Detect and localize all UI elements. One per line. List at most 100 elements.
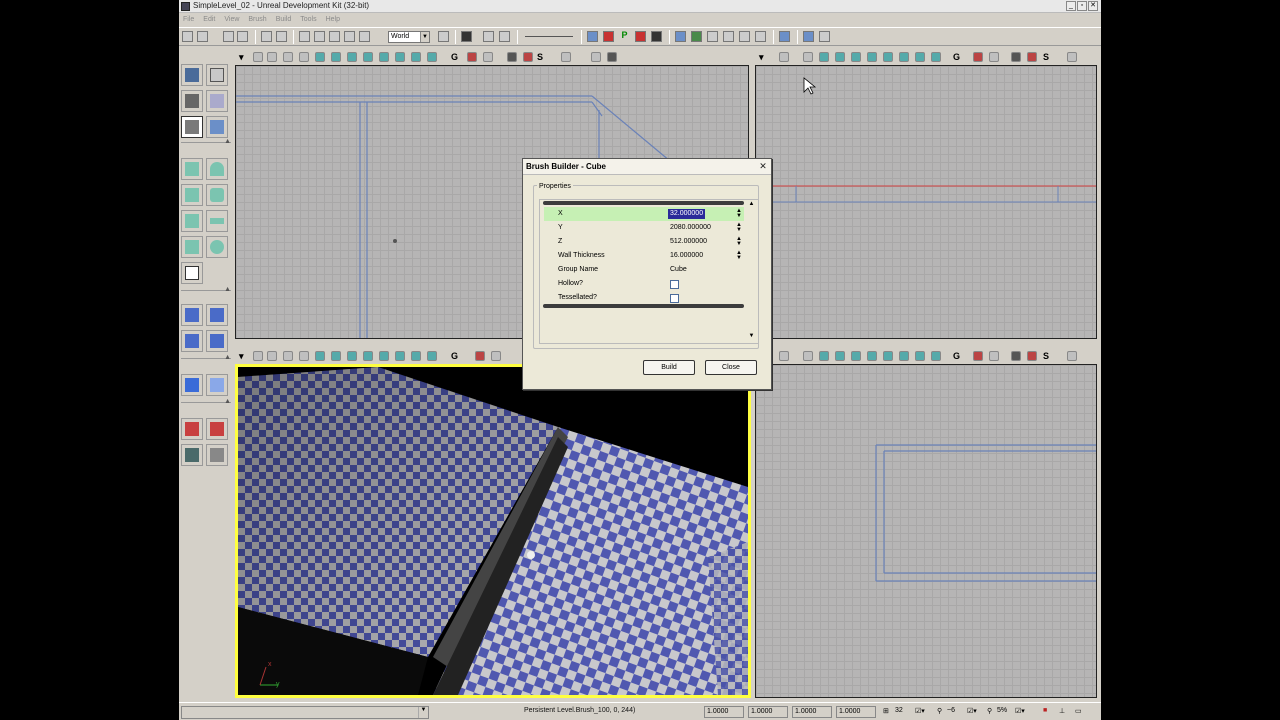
add-volume-button[interactable]	[181, 374, 203, 396]
unlit-icon[interactable]	[315, 52, 325, 62]
property-value-input[interactable]: 512.000000	[670, 235, 707, 249]
light-complexity-icon[interactable]	[379, 351, 389, 361]
shader-complexity-icon[interactable]	[915, 351, 925, 361]
property-value-input[interactable]: 16.000000	[670, 249, 703, 263]
eye-icon[interactable]	[491, 351, 501, 361]
lighting-only-icon[interactable]	[363, 52, 373, 62]
drag-scale-field[interactable]: 1.0000	[836, 706, 876, 718]
fullscreen-icon[interactable]: ▭	[1075, 707, 1082, 715]
detail-lighting-icon[interactable]	[347, 351, 357, 361]
cross-tools-icon[interactable]	[723, 31, 734, 42]
detail-lighting-icon[interactable]	[347, 52, 357, 62]
eye-icon[interactable]	[483, 52, 493, 62]
menu-tools[interactable]: Tools	[300, 14, 316, 26]
front-viewport[interactable]	[755, 364, 1097, 698]
cube-builder-button[interactable]	[181, 158, 203, 180]
menu-brush[interactable]: Brush	[248, 14, 266, 26]
build-button[interactable]: Build	[643, 360, 695, 375]
menu-edit[interactable]: Edit	[203, 14, 215, 26]
rotate-icon[interactable]	[329, 31, 340, 42]
save-icon[interactable]	[223, 31, 234, 42]
spinner-icon[interactable]: ▲ ▼	[736, 236, 742, 247]
scroll-up-icon[interactable]: ▲	[747, 201, 756, 210]
transform-mode-button[interactable]	[206, 90, 228, 112]
terrain-mode-button[interactable]	[181, 90, 203, 112]
property-value-input[interactable]: 32.000000	[668, 209, 706, 219]
csg-intersect-button[interactable]	[181, 330, 203, 352]
nonuniform-scale-icon[interactable]	[359, 31, 370, 42]
tessellated-checkbox[interactable]	[670, 294, 679, 303]
lightmap-density-icon[interactable]	[427, 351, 437, 361]
streaming-volume-icon[interactable]	[1027, 351, 1037, 361]
scene-icon[interactable]: S	[1043, 52, 1053, 62]
menu-file[interactable]: File	[183, 14, 194, 26]
lightmap-density-icon[interactable]	[931, 52, 941, 62]
undo-icon[interactable]	[261, 31, 272, 42]
spinner-icon[interactable]: ▲ ▼	[736, 222, 742, 233]
rotation-snap-value[interactable]: ~6	[947, 707, 955, 714]
scale-snap-value[interactable]: 5%	[997, 707, 1007, 714]
realtime-icon[interactable]	[267, 351, 277, 361]
spiral-stair-builder-button[interactable]	[181, 236, 203, 258]
close-icon[interactable]: ✕	[758, 162, 768, 172]
measure-icon[interactable]	[755, 31, 766, 42]
drag-z-field[interactable]: 1.0000	[792, 706, 832, 718]
property-row-tessellated[interactable]: Tessellated?	[544, 291, 744, 305]
viewport-type-icon[interactable]	[253, 351, 263, 361]
shader-complexity-icon[interactable]	[411, 52, 421, 62]
grid-size-value[interactable]: 32	[895, 707, 903, 714]
kismet-icon[interactable]	[483, 31, 494, 42]
property-row-wall-thickness[interactable]: Wall Thickness 16.000000 ▲ ▼	[544, 249, 744, 263]
property-row-x[interactable]: X 32.000000 ▲ ▼	[544, 207, 744, 221]
property-value-input[interactable]: 2080.000000	[670, 221, 711, 235]
scale-toggle-checkbox[interactable]: ☑▾	[1015, 707, 1025, 715]
new-icon[interactable]	[182, 31, 193, 42]
scene-icon[interactable]: S	[537, 52, 547, 62]
csg-deintersect-button[interactable]	[206, 330, 228, 352]
stairs-builder-button[interactable]	[181, 184, 203, 206]
lighting-only-icon[interactable]	[363, 351, 373, 361]
lit-icon[interactable]	[331, 351, 341, 361]
realtime-icon[interactable]	[267, 52, 277, 62]
grid-toggle-checkbox[interactable]: ☑▾	[915, 707, 925, 715]
brush-wireframe-icon[interactable]	[803, 52, 813, 62]
light-complexity-icon[interactable]	[379, 52, 389, 62]
translate-icon[interactable]	[314, 31, 325, 42]
lit-icon[interactable]	[835, 52, 845, 62]
game-view-icon[interactable]: G	[953, 351, 963, 361]
spinner-icon[interactable]: ▲ ▼	[736, 250, 742, 261]
property-value-input[interactable]: Cube	[670, 263, 687, 277]
show-selected-icon[interactable]	[181, 444, 203, 466]
build-geometry-icon[interactable]	[587, 31, 598, 42]
cone-builder-button[interactable]	[206, 158, 228, 180]
menu-view[interactable]: View	[224, 14, 239, 26]
deselect-icon[interactable]	[206, 418, 228, 440]
detail-lighting-icon[interactable]	[851, 351, 861, 361]
save-all-icon[interactable]	[237, 31, 248, 42]
build-all-icon[interactable]	[651, 31, 662, 42]
lit-icon[interactable]	[835, 351, 845, 361]
drag-y-field[interactable]: 1.0000	[748, 706, 788, 718]
scale-snap-icon[interactable]: ⚲	[987, 707, 992, 715]
lock-icon[interactable]	[475, 351, 485, 361]
group-icon[interactable]	[819, 31, 830, 42]
redo-icon[interactable]	[276, 31, 287, 42]
binoculars-icon[interactable]	[438, 31, 449, 42]
scene-icon[interactable]: S	[1043, 351, 1053, 361]
select-arrow-icon[interactable]	[299, 31, 310, 42]
lock-icon[interactable]	[467, 52, 477, 62]
layout-icon[interactable]	[779, 31, 790, 42]
minimize-button[interactable]: _	[1066, 1, 1076, 11]
light-complexity-icon[interactable]	[883, 351, 893, 361]
hide-selected-icon[interactable]	[206, 444, 228, 466]
sphere-builder-button[interactable]	[206, 236, 228, 258]
play-on-pc-icon[interactable]	[691, 31, 702, 42]
mesh-paint-button[interactable]	[206, 116, 228, 138]
light-complexity-icon[interactable]	[883, 52, 893, 62]
sheet-builder-button[interactable]	[206, 210, 228, 232]
drag-grid-slider[interactable]	[525, 36, 573, 37]
game-view-icon[interactable]: G	[451, 351, 461, 361]
close-button[interactable]: Close	[705, 360, 757, 375]
drag-x-field[interactable]: 1.0000	[704, 706, 744, 718]
wireframe-icon[interactable]	[299, 351, 309, 361]
